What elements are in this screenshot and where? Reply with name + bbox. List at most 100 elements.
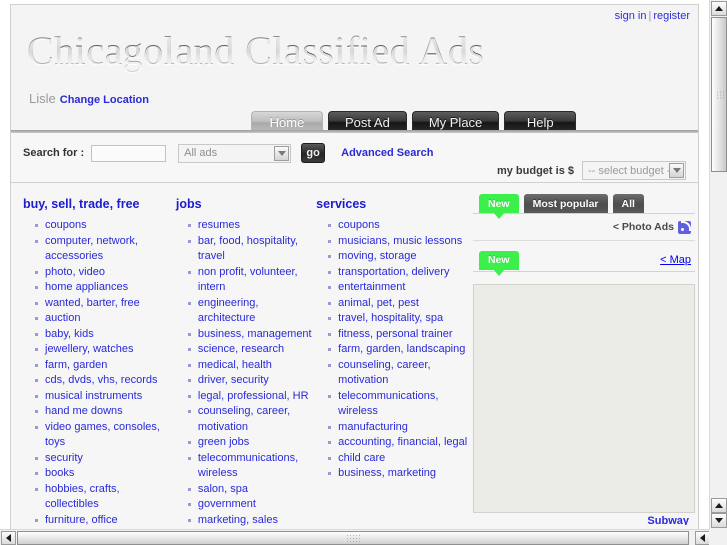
category-link[interactable]: legal, professional, HR	[198, 390, 309, 402]
list-item[interactable]: home appliances	[35, 280, 176, 296]
category-link[interactable]: books	[45, 467, 74, 479]
category-link[interactable]: moving, storage	[338, 250, 416, 262]
list-item[interactable]: accounting, financial, legal	[328, 435, 471, 451]
category-link[interactable]: hand me downs	[45, 405, 123, 417]
category-link[interactable]: security	[45, 452, 83, 464]
bottom-area-link[interactable]: Subway	[473, 516, 695, 525]
category-link[interactable]: cds, dvds, vhs, records	[45, 374, 158, 386]
list-item[interactable]: entertainment	[328, 280, 471, 296]
list-item[interactable]: marketing, sales	[187, 513, 316, 529]
category-heading[interactable]: buy, sell, trade, free	[23, 197, 176, 211]
scroll-up-button[interactable]	[711, 1, 727, 16]
photo-ads-link[interactable]: < Photo Ads	[613, 221, 674, 233]
list-item[interactable]: driver, security	[187, 373, 316, 389]
scroll-left-button-right[interactable]	[695, 531, 710, 545]
category-link[interactable]: business, marketing	[338, 467, 436, 479]
map-tab-new[interactable]: New	[479, 250, 519, 270]
category-link[interactable]: bar, food, hospitality, travel	[198, 235, 298, 263]
scroll-down-button[interactable]	[711, 513, 727, 528]
list-item[interactable]: green jobs	[187, 435, 316, 451]
category-link[interactable]: video games, consoles, toys	[45, 421, 160, 449]
list-item[interactable]: business, marketing	[328, 466, 471, 482]
category-link[interactable]: fitness, personal trainer	[338, 328, 452, 340]
list-item[interactable]: medical, health	[187, 358, 316, 374]
register-link[interactable]: register	[653, 10, 690, 22]
category-link[interactable]: auction	[45, 312, 80, 324]
search-input[interactable]	[91, 144, 167, 162]
list-item[interactable]: resumes	[187, 218, 316, 234]
category-link[interactable]: telecommunications, wireless	[338, 390, 438, 418]
vertical-scroll-thumb[interactable]	[711, 17, 727, 172]
list-item[interactable]: non profit, volunteer, intern	[187, 265, 316, 296]
category-link[interactable]: counseling, career, motivation	[198, 405, 290, 433]
list-item[interactable]: books	[35, 466, 176, 482]
category-link[interactable]: engineering, architecture	[198, 297, 259, 325]
list-item[interactable]: business, management	[187, 327, 316, 343]
list-item[interactable]: video games, consoles, toys	[35, 420, 176, 451]
list-item[interactable]: child care	[328, 451, 471, 467]
category-link[interactable]: accounting, financial, legal	[338, 436, 467, 448]
listings-tab-new[interactable]: New	[479, 194, 519, 213]
list-item[interactable]: government	[187, 497, 316, 513]
list-item[interactable]: science, research	[187, 342, 316, 358]
map-results-area[interactable]	[473, 284, 695, 513]
category-link[interactable]: furniture, office	[45, 514, 118, 526]
listings-tab-all[interactable]: All	[612, 194, 644, 213]
list-item[interactable]: photo, video	[35, 265, 176, 281]
category-link[interactable]: musicians, music lessons	[338, 235, 462, 247]
category-heading[interactable]: services	[316, 197, 471, 211]
category-link[interactable]: farm, garden	[45, 359, 107, 371]
category-link[interactable]: animal, pet, pest	[338, 297, 419, 309]
list-item[interactable]: wanted, barter, free	[35, 296, 176, 312]
list-item[interactable]: bar, food, hospitality, travel	[187, 234, 316, 265]
category-link[interactable]: wanted, barter, free	[45, 297, 140, 309]
list-item[interactable]: jewellery, watches	[35, 342, 176, 358]
horizontal-scrollbar[interactable]	[0, 529, 727, 545]
search-go-button[interactable]: go	[301, 143, 326, 163]
budget-select[interactable]: -- select budget --	[582, 161, 686, 180]
category-link[interactable]: business, management	[198, 328, 312, 340]
search-scope-select[interactable]: All ads	[178, 143, 292, 163]
list-item[interactable]: fitness, personal trainer	[328, 327, 471, 343]
category-link[interactable]: child care	[338, 452, 385, 464]
list-item[interactable]: security	[35, 451, 176, 467]
scroll-left-button[interactable]	[1, 531, 16, 545]
category-link[interactable]: government	[198, 498, 256, 510]
category-link[interactable]: coupons	[338, 219, 380, 231]
list-item[interactable]: moving, storage	[328, 249, 471, 265]
advanced-search-link[interactable]: Advanced Search	[341, 147, 433, 159]
list-item[interactable]: counseling, career, motivation	[328, 358, 471, 389]
list-item[interactable]: transportation, delivery	[328, 265, 471, 281]
list-item[interactable]: hobbies, crafts, collectibles	[35, 482, 176, 513]
category-link[interactable]: coupons	[45, 219, 87, 231]
category-link[interactable]: transportation, delivery	[338, 266, 449, 278]
list-item[interactable]: telecommunications, wireless	[187, 451, 316, 482]
scroll-up-button-bottom[interactable]	[711, 498, 727, 513]
category-link[interactable]: home appliances	[45, 281, 128, 293]
list-item[interactable]: manufacturing	[328, 420, 471, 436]
list-item[interactable]: animal, pet, pest	[328, 296, 471, 312]
horizontal-scroll-thumb[interactable]	[17, 531, 689, 545]
chevron-down-icon[interactable]	[669, 163, 684, 178]
list-item[interactable]: travel, hospitality, spa	[328, 311, 471, 327]
category-link[interactable]: salon, spa	[198, 483, 248, 495]
category-link[interactable]: manufacturing	[338, 421, 408, 433]
change-location-link[interactable]: Change Location	[60, 94, 149, 106]
sign-in-link[interactable]: sign in	[615, 10, 647, 22]
list-item[interactable]: musical instruments	[35, 389, 176, 405]
chevron-down-icon[interactable]	[274, 145, 290, 161]
category-link[interactable]: photo, video	[45, 266, 105, 278]
list-item[interactable]: cds, dvds, vhs, records	[35, 373, 176, 389]
listings-tab-most-popular[interactable]: Most popular	[523, 194, 608, 213]
list-item[interactable]: furniture, office	[35, 513, 176, 529]
category-link[interactable]: counseling, career, motivation	[338, 359, 430, 387]
category-link[interactable]: hobbies, crafts, collectibles	[45, 483, 120, 511]
category-link[interactable]: science, research	[198, 343, 284, 355]
list-item[interactable]: computer, network, accessories	[35, 234, 176, 265]
list-item[interactable]: counseling, career, motivation	[187, 404, 316, 435]
category-link[interactable]: non profit, volunteer, intern	[198, 266, 298, 294]
list-item[interactable]: farm, garden	[35, 358, 176, 374]
list-item[interactable]: musicians, music lessons	[328, 234, 471, 250]
category-link[interactable]: resumes	[198, 219, 240, 231]
list-item[interactable]: legal, professional, HR	[187, 389, 316, 405]
